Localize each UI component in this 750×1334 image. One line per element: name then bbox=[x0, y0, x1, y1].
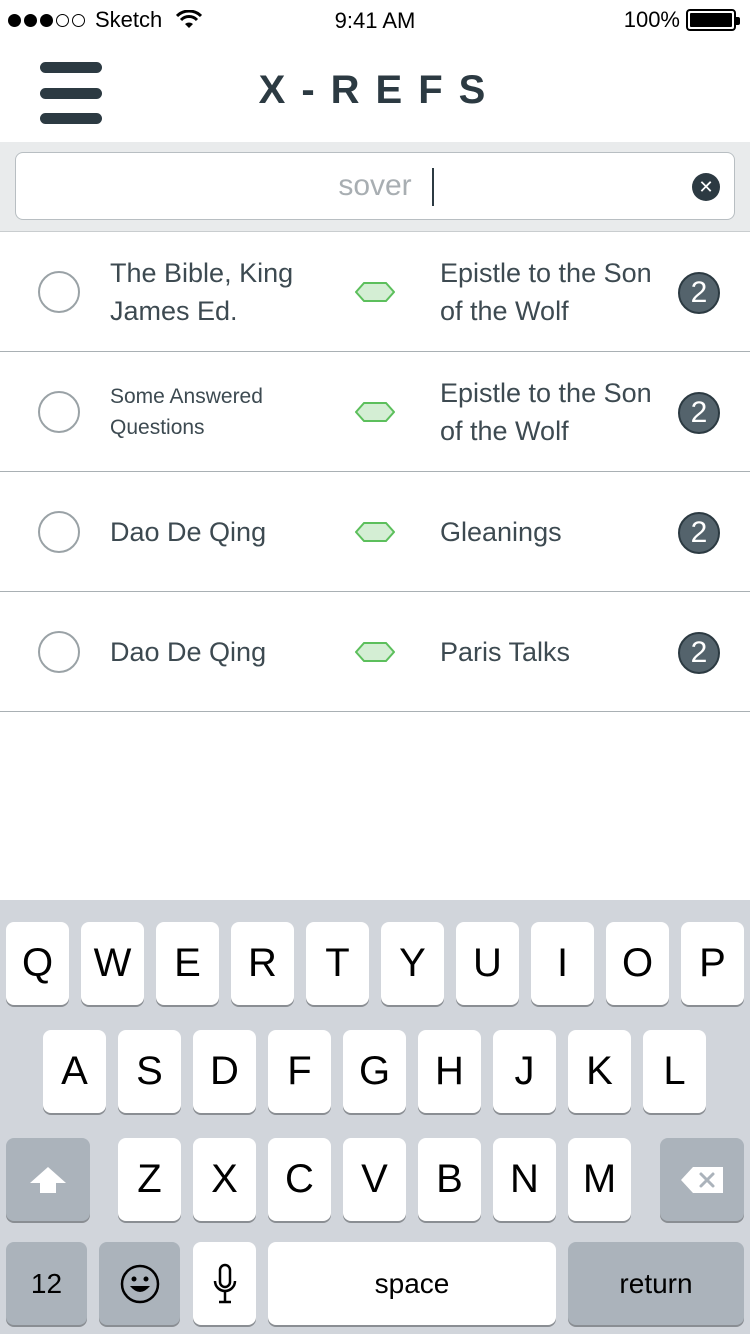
key-x[interactable]: X bbox=[193, 1138, 256, 1221]
key-f[interactable]: F bbox=[268, 1030, 331, 1113]
reference-count-badge: 2 bbox=[678, 272, 720, 314]
select-radio[interactable] bbox=[38, 391, 80, 433]
key-k[interactable]: K bbox=[568, 1030, 631, 1113]
source-title: Some Answered Questions bbox=[110, 385, 263, 439]
select-radio[interactable] bbox=[38, 631, 80, 673]
clear-search-icon[interactable]: ✕ bbox=[692, 173, 720, 201]
key-l[interactable]: L bbox=[643, 1030, 706, 1113]
source-title: Dao De Qing bbox=[110, 637, 267, 667]
key-v[interactable]: V bbox=[343, 1138, 406, 1221]
key-s[interactable]: S bbox=[118, 1030, 181, 1113]
battery-percentage: 100% bbox=[623, 7, 680, 32]
key-q[interactable]: Q bbox=[6, 922, 69, 1005]
key-d[interactable]: D bbox=[193, 1030, 256, 1113]
key-g[interactable]: G bbox=[343, 1030, 406, 1113]
list-item[interactable]: Some Answered Questions Epistle to the S… bbox=[0, 352, 750, 472]
key-c[interactable]: C bbox=[268, 1138, 331, 1221]
return-key[interactable]: return bbox=[568, 1242, 744, 1325]
key-o[interactable]: O bbox=[606, 922, 669, 1005]
target-title: Epistle to the Son of the Wolf bbox=[440, 378, 652, 446]
cross-reference-icon bbox=[355, 282, 395, 302]
emoji-key[interactable] bbox=[99, 1242, 180, 1325]
app-header: X-REFS bbox=[0, 42, 750, 142]
app-title: X-REFS bbox=[258, 68, 502, 112]
key-w[interactable]: W bbox=[81, 922, 144, 1005]
status-right: 100% bbox=[623, 7, 740, 33]
microphone-icon bbox=[213, 1263, 236, 1303]
key-r[interactable]: R bbox=[231, 922, 294, 1005]
numbers-key[interactable]: 12 bbox=[6, 1242, 87, 1325]
search-box[interactable]: ✕ bbox=[15, 152, 735, 220]
reference-count-badge: 2 bbox=[678, 512, 720, 554]
source-title: The Bible, King James Ed. bbox=[110, 258, 294, 326]
search-bar: ✕ bbox=[0, 142, 750, 232]
key-u[interactable]: U bbox=[456, 922, 519, 1005]
key-z[interactable]: Z bbox=[118, 1138, 181, 1221]
battery-icon bbox=[686, 9, 740, 31]
backspace-icon bbox=[681, 1166, 723, 1193]
target-title: Epistle to the Son of the Wolf bbox=[440, 258, 652, 326]
results-list: The Bible, King James Ed. Epistle to the… bbox=[0, 232, 750, 712]
status-bar: Sketch 9:41 AM 100% bbox=[0, 0, 750, 42]
key-m[interactable]: M bbox=[568, 1138, 631, 1221]
cross-reference-icon bbox=[355, 642, 395, 662]
key-n[interactable]: N bbox=[493, 1138, 556, 1221]
key-a[interactable]: A bbox=[43, 1030, 106, 1113]
shift-key[interactable] bbox=[6, 1138, 90, 1221]
key-p[interactable]: P bbox=[681, 922, 744, 1005]
source-title: Dao De Qing bbox=[110, 517, 267, 547]
target-title: Gleanings bbox=[440, 517, 562, 547]
key-y[interactable]: Y bbox=[381, 922, 444, 1005]
list-item[interactable]: Dao De Qing Gleanings 2 bbox=[0, 472, 750, 592]
select-radio[interactable] bbox=[38, 511, 80, 553]
cross-reference-icon bbox=[355, 402, 395, 422]
key-b[interactable]: B bbox=[418, 1138, 481, 1221]
cross-reference-icon bbox=[355, 522, 395, 542]
text-caret bbox=[432, 168, 434, 206]
target-title: Paris Talks bbox=[440, 637, 571, 667]
space-key[interactable]: space bbox=[268, 1242, 556, 1325]
reference-count-badge: 2 bbox=[678, 392, 720, 434]
dictation-key[interactable] bbox=[193, 1242, 256, 1325]
search-input[interactable] bbox=[16, 153, 734, 219]
onscreen-keyboard: Q W E R T Y U I O P A S D F G H J K L Z … bbox=[0, 900, 750, 1334]
key-i[interactable]: I bbox=[531, 922, 594, 1005]
backspace-key[interactable] bbox=[660, 1138, 744, 1221]
select-radio[interactable] bbox=[38, 271, 80, 313]
key-h[interactable]: H bbox=[418, 1030, 481, 1113]
list-item[interactable]: The Bible, King James Ed. Epistle to the… bbox=[0, 232, 750, 352]
key-t[interactable]: T bbox=[306, 922, 369, 1005]
shift-icon bbox=[30, 1166, 66, 1193]
emoji-icon bbox=[120, 1264, 159, 1303]
list-item[interactable]: Dao De Qing Paris Talks 2 bbox=[0, 592, 750, 712]
key-j[interactable]: J bbox=[493, 1030, 556, 1113]
reference-count-badge: 2 bbox=[678, 632, 720, 674]
key-e[interactable]: E bbox=[156, 922, 219, 1005]
